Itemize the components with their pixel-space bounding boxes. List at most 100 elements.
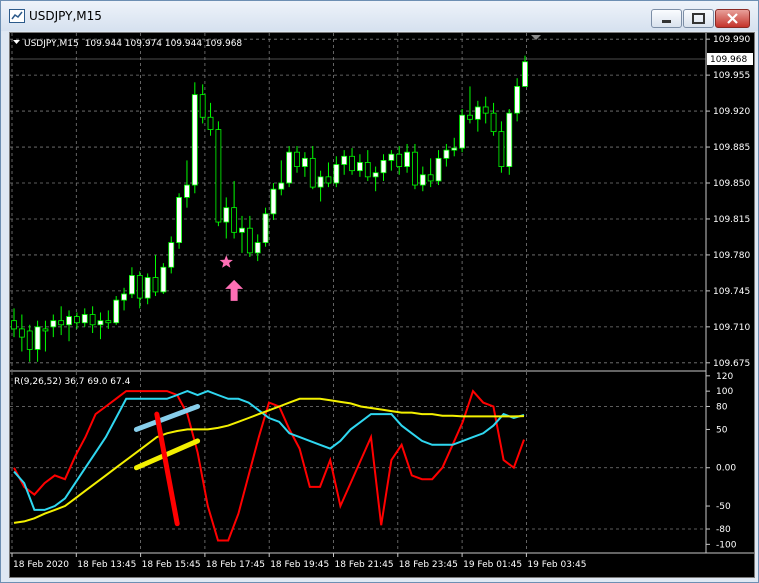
time-tick-label: 18 Feb 15:45 [142, 560, 201, 570]
candle [262, 207, 269, 247]
chart-area[interactable]: 109.990 109.955 109.920 109.885 109.850 109.8… [9, 32, 755, 578]
bull-candle-body [506, 112, 513, 167]
bull-candle-body [113, 299, 120, 324]
candle [160, 263, 167, 294]
price-tick-label: 109.675 [713, 359, 750, 369]
candle [474, 100, 481, 132]
candle [191, 82, 198, 194]
bear-candle-body [309, 157, 316, 188]
indicator-tick-label: -100 [716, 540, 737, 550]
candle [270, 183, 277, 220]
bull-candle-body [254, 242, 261, 254]
candle [42, 320, 49, 352]
indicator-tick-label: 80 [716, 402, 728, 412]
bull-candle-body [270, 188, 277, 215]
candle [372, 166, 379, 192]
price-chart-header: USDJPY,M15 109.944 109.974 109.944 109.96… [24, 39, 242, 49]
current-price-label: 109.968 [710, 55, 747, 65]
candle [467, 86, 473, 124]
candle [254, 234, 261, 262]
bear-candle-body [58, 320, 65, 326]
bull-candle-body [239, 227, 245, 233]
bull-candle-body [262, 213, 269, 243]
bull-candle-body [301, 157, 308, 167]
candle [136, 271, 143, 309]
chart-canvas[interactable]: 109.990 109.955 109.920 109.885 109.850 109.8… [10, 33, 754, 577]
indicator-tick-label: 0.00 [716, 464, 736, 474]
price-tick-label: 109.710 [713, 323, 750, 333]
bull-candle-body [380, 160, 387, 174]
bull-candle-body [388, 153, 395, 161]
bear-candle-body [42, 328, 49, 332]
bull-candle-body [443, 149, 450, 159]
maximize-button[interactable] [683, 9, 714, 28]
candle [278, 160, 285, 196]
candle [58, 306, 65, 336]
close-button[interactable] [715, 9, 750, 28]
bear-candle-body [207, 116, 214, 130]
minimize-button[interactable] [651, 9, 682, 28]
candle [129, 267, 135, 299]
bull-candle-body [223, 207, 230, 223]
candle [11, 308, 17, 338]
chart-app-icon [9, 9, 25, 23]
bull-candle-body [144, 277, 151, 299]
bear-candle-body [498, 131, 505, 167]
bear-candle-body [490, 112, 497, 133]
candle [18, 314, 25, 352]
candle [66, 310, 72, 342]
price-tick-label: 109.745 [713, 287, 750, 297]
candle [506, 109, 513, 175]
bull-candle-body [34, 326, 41, 350]
candle [26, 324, 33, 362]
bull-candle-body [129, 275, 135, 295]
candle [231, 180, 238, 239]
bear-candle-body [18, 328, 25, 338]
bull-candle-body [184, 184, 190, 198]
trendline-drawing [154, 411, 180, 527]
candle [482, 96, 489, 124]
candle [514, 78, 521, 122]
candle [435, 150, 442, 186]
bull-candle-body [451, 147, 458, 151]
candle [325, 162, 332, 188]
bear-candle-body [73, 316, 80, 324]
indicator-tick-label: -80 [716, 525, 731, 535]
candle [207, 102, 214, 136]
bull-candle-body [404, 151, 410, 167]
maximize-icon [692, 13, 705, 24]
bull-candle-body [474, 106, 481, 120]
time-tick-label: 18 Feb 21:45 [335, 560, 394, 570]
bear-candle-body [349, 155, 355, 172]
bear-candle-body [231, 207, 238, 233]
bull-candle-body [459, 114, 466, 149]
candle [380, 154, 387, 181]
candle [419, 166, 426, 192]
indicator-tick-label: 120 [716, 372, 733, 382]
collapse-arrow-icon[interactable] [13, 40, 20, 44]
candle [73, 312, 80, 329]
candle [349, 148, 355, 175]
candle [301, 152, 308, 177]
bull-candle-body [514, 86, 521, 114]
bear-candle-body [199, 94, 206, 118]
bull-candle-body [168, 242, 175, 268]
window-title: USDJPY,M15 [29, 9, 102, 23]
time-tick-label: 18 Feb 2020 [13, 560, 69, 570]
bear-candle-body [467, 114, 473, 120]
price-tick-label: 109.920 [713, 107, 750, 117]
bull-candle-body [160, 266, 167, 293]
time-tick-label: 19 Feb 03:45 [527, 560, 586, 570]
price-tick-label: 109.850 [713, 179, 750, 189]
time-tick-label: 19 Feb 01:45 [463, 560, 522, 570]
candle [34, 320, 41, 362]
candle [105, 310, 112, 329]
candle [223, 197, 230, 239]
price-tick-label: 109.885 [713, 143, 750, 153]
bull-candle-body [522, 61, 528, 87]
bear-candle-body [412, 151, 418, 186]
bear-candle-body [136, 275, 143, 299]
title-bar[interactable]: USDJPY,M15 [1, 1, 758, 31]
bear-candle-body [427, 174, 434, 182]
candle [144, 273, 151, 305]
